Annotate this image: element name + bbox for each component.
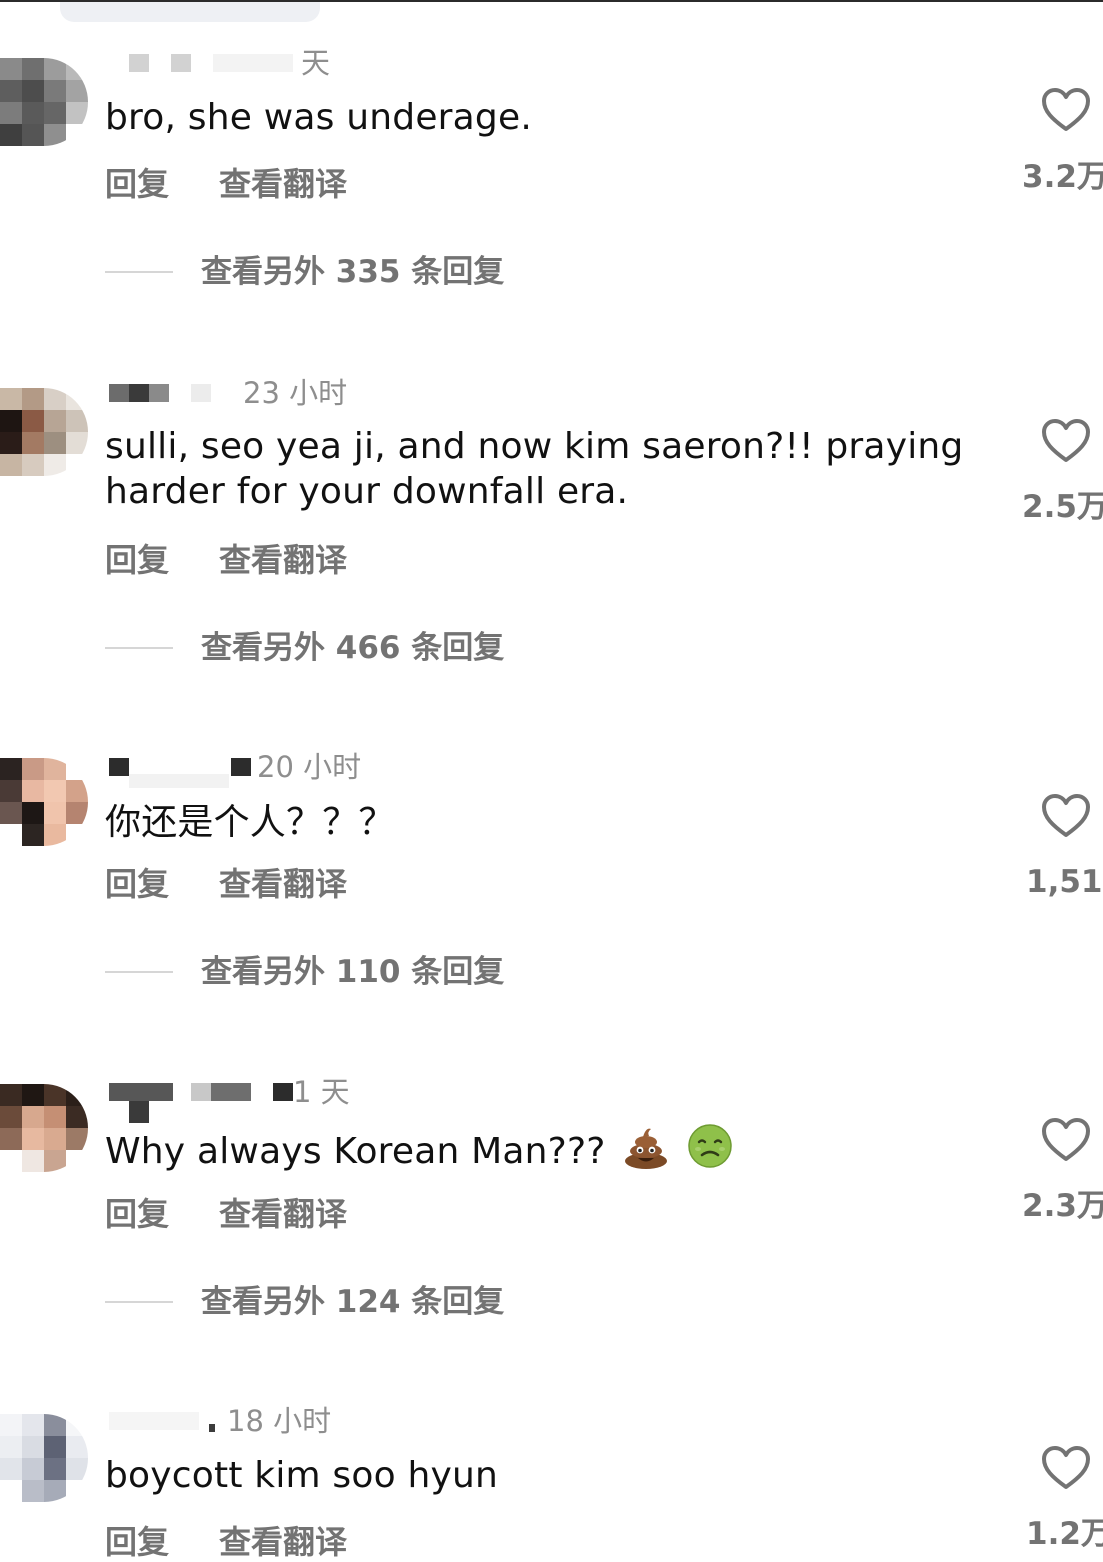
like-button[interactable] <box>1040 417 1092 465</box>
view-more-replies-label[interactable]: 查看另外 466 条回复 <box>201 628 504 668</box>
pile-of-poo-emoji <box>623 1125 669 1180</box>
reply-button[interactable]: 回复 <box>105 864 169 904</box>
redacted-username <box>209 1424 215 1432</box>
see-translation-button[interactable]: 查看翻译 <box>219 1522 347 1562</box>
comment-text: sulli, seo yea ji, and now kim saeron?!!… <box>105 426 964 512</box>
view-more-replies[interactable]: 查看另外 110 条回复 <box>105 952 705 992</box>
replies-divider <box>105 1301 173 1303</box>
avatar[interactable] <box>0 58 88 146</box>
comment-timestamp: 18 小时 <box>227 1404 332 1438</box>
redacted-username <box>129 1101 149 1123</box>
redacted-username <box>129 774 229 788</box>
redacted-username <box>273 1083 293 1101</box>
comment-actions: 回复 查看翻译 <box>105 864 505 904</box>
comment-actions: 回复 查看翻译 <box>105 540 505 580</box>
comment-meta: 18 小时 <box>105 1404 405 1438</box>
like-button[interactable] <box>1040 792 1092 840</box>
see-translation-button[interactable]: 查看翻译 <box>219 540 347 580</box>
reply-button[interactable]: 回复 <box>105 164 169 204</box>
like-count: 2.5万 <box>1022 489 1103 525</box>
view-more-replies-label[interactable]: 查看另外 110 条回复 <box>201 952 504 992</box>
comment-timestamp: 23 小时 <box>243 376 348 410</box>
like-count: 1.2万 <box>1026 1516 1103 1552</box>
avatar[interactable] <box>0 388 88 476</box>
heart-outline-icon <box>1042 419 1090 462</box>
avatar[interactable] <box>0 1084 88 1172</box>
redacted-username <box>129 54 149 72</box>
redacted-username <box>109 1412 199 1430</box>
heart-outline-icon <box>1042 794 1090 837</box>
blurred-header-remnant <box>60 2 320 22</box>
view-more-replies[interactable]: 查看另外 335 条回复 <box>105 252 705 292</box>
view-more-replies-label[interactable]: 查看另外 335 条回复 <box>201 252 504 292</box>
like-button[interactable] <box>1040 1116 1092 1164</box>
heart-outline-icon <box>1042 88 1090 131</box>
comment-actions: 回复 查看翻译 <box>105 164 505 204</box>
comment-meta: 天 <box>105 46 405 80</box>
see-translation-button[interactable]: 查看翻译 <box>219 1194 347 1234</box>
reply-button[interactable]: 回复 <box>105 1194 169 1234</box>
comment-meta: 23 小时 <box>105 376 405 410</box>
comment-timestamp: 天 <box>301 46 331 80</box>
like-button[interactable] <box>1040 86 1092 134</box>
redacted-username <box>191 384 211 402</box>
heart-outline-icon <box>1042 1446 1090 1489</box>
view-more-replies[interactable]: 查看另外 466 条回复 <box>105 628 705 668</box>
comment-actions: 回复 查看翻译 <box>105 1522 505 1562</box>
redacted-username <box>211 1083 251 1101</box>
heart-outline-icon <box>1042 1118 1090 1161</box>
comment-text: Why always Korean Man??? <box>105 1123 985 1180</box>
reply-button[interactable]: 回复 <box>105 1522 169 1562</box>
comment-meta: 1 天 <box>105 1075 405 1123</box>
like-count: 3.2万 <box>1022 159 1103 195</box>
see-translation-button[interactable]: 查看翻译 <box>219 864 347 904</box>
replies-divider <box>105 971 173 973</box>
comment-meta: 20 小时 <box>105 750 405 788</box>
comment-actions: 回复 查看翻译 <box>105 1194 505 1234</box>
like-count: 1,517 <box>1026 864 1103 900</box>
comment-text-content: Why always Korean Man??? <box>105 1131 606 1172</box>
avatar[interactable] <box>0 758 88 846</box>
view-more-replies[interactable]: 查看另外 124 条回复 <box>105 1282 705 1322</box>
comment-timestamp: 20 小时 <box>257 750 362 784</box>
nauseated-face-emoji <box>687 1123 733 1180</box>
replies-divider <box>105 271 173 273</box>
redacted-username <box>231 758 251 776</box>
see-translation-button[interactable]: 查看翻译 <box>219 164 347 204</box>
comment-text: boycott kim soo hyun <box>105 1455 499 1496</box>
comment-text: 你还是个人？？？ <box>105 802 395 843</box>
view-more-replies-label[interactable]: 查看另外 124 条回复 <box>201 1282 504 1322</box>
reply-button[interactable]: 回复 <box>105 540 169 580</box>
redacted-username <box>213 54 293 72</box>
replies-divider <box>105 647 173 649</box>
redacted-username <box>191 1083 211 1101</box>
redacted-username <box>109 758 129 776</box>
like-button[interactable] <box>1040 1444 1092 1492</box>
redacted-username <box>171 54 191 72</box>
comment-timestamp: 1 天 <box>293 1075 350 1109</box>
redacted-username <box>149 384 169 402</box>
avatar[interactable] <box>0 1414 88 1502</box>
comment-text: bro, she was underage. <box>105 97 532 138</box>
redacted-username <box>129 384 149 402</box>
redacted-username <box>109 384 129 402</box>
redacted-username <box>109 1083 173 1101</box>
like-count: 2.3万 <box>1022 1188 1103 1224</box>
